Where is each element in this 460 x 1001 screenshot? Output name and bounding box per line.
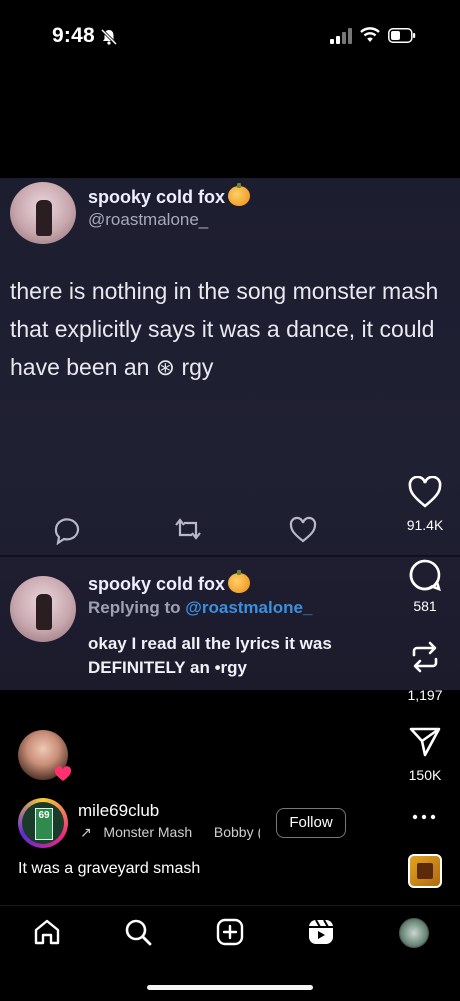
reply-avatar xyxy=(10,576,76,642)
cellular-signal-icon xyxy=(330,28,352,44)
audio-title: Monster Mash xyxy=(103,824,193,840)
audio-album-art[interactable] xyxy=(408,854,442,888)
tweet-retweet-icon xyxy=(175,518,201,540)
post-caption[interactable]: It was a graveyard smash xyxy=(18,860,200,878)
reply-text: okay I read all the lyrics it was DEFINI… xyxy=(88,634,332,677)
trending-arrow-icon: ↗ xyxy=(80,824,92,840)
like-count: 91.4K xyxy=(406,517,444,533)
home-indicator xyxy=(147,985,313,990)
more-options-icon[interactable] xyxy=(412,812,436,822)
author-username[interactable]: mile69club xyxy=(78,801,159,821)
home-icon[interactable] xyxy=(33,918,61,946)
audio-artist: Bobby ( xyxy=(213,824,260,840)
battery-icon xyxy=(388,28,416,43)
tweet-avatar xyxy=(10,182,76,244)
reply-context: Replying to @roastmalone_ xyxy=(88,598,313,617)
pumpkin-icon xyxy=(228,570,251,593)
tweet-author-name: spooky cold fox xyxy=(88,183,251,208)
follow-button[interactable]: Follow xyxy=(276,808,346,838)
wifi-icon xyxy=(360,27,380,42)
bell-muted-icon xyxy=(100,28,118,46)
repost-icon[interactable] xyxy=(408,640,442,674)
repost-count: 1,197 xyxy=(407,687,443,703)
status-time: 9:48 xyxy=(52,24,95,47)
reels-icon[interactable] xyxy=(307,918,335,946)
tweet-reply-icon xyxy=(54,518,80,545)
tweet-author-handle: @roastmalone_ xyxy=(88,210,209,229)
create-post-icon[interactable] xyxy=(216,918,244,946)
tweet-divider xyxy=(0,555,460,557)
profile-avatar[interactable] xyxy=(399,918,429,948)
like-heart-icon[interactable] xyxy=(408,476,442,510)
author-avatar[interactable]: 69 xyxy=(22,802,64,844)
highway-sign: 69 xyxy=(35,808,53,840)
reply-author-name: spooky cold fox xyxy=(88,570,251,595)
comment-count: 581 xyxy=(413,598,437,614)
tweet-text: there is nothing in the song monster mas… xyxy=(10,278,439,380)
heart-badge-icon xyxy=(54,766,72,781)
share-send-icon[interactable] xyxy=(408,724,442,758)
audio-track[interactable]: ↗ Monster Mash Bobby ( xyxy=(80,824,260,841)
search-icon[interactable] xyxy=(124,918,152,946)
pumpkin-icon xyxy=(228,183,251,206)
share-count: 150K xyxy=(408,767,442,783)
tweet-action-icons xyxy=(54,516,317,545)
comment-icon[interactable] xyxy=(408,558,442,592)
tweet-like-icon xyxy=(289,516,317,543)
